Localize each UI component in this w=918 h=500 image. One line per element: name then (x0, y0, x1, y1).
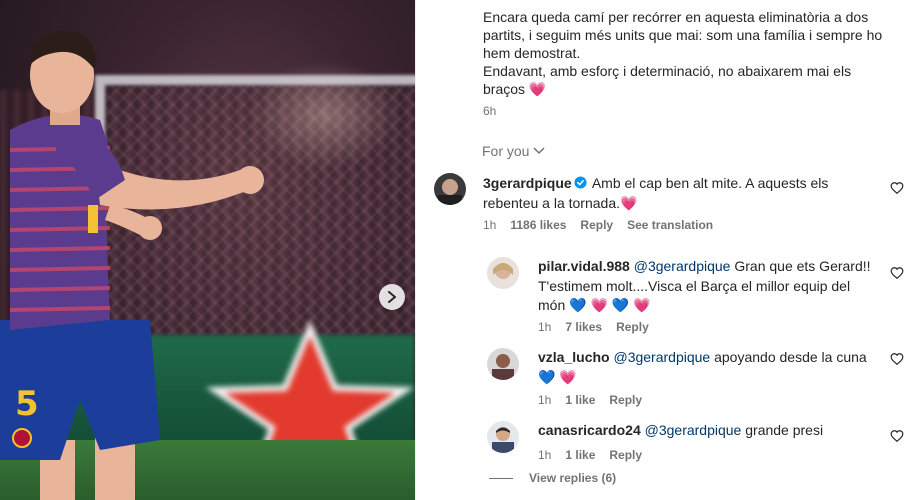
avatar[interactable] (434, 173, 466, 205)
heart-emoji: 💗 (559, 369, 577, 386)
avatar-photo (487, 421, 519, 453)
comment-text: apoyando desde la cuna (714, 349, 867, 365)
heart-emoji: 💗 (528, 82, 547, 98)
reply-button[interactable]: Reply (580, 218, 613, 232)
like-heart-icon[interactable] (890, 181, 904, 195)
reply-button[interactable]: Reply (616, 320, 649, 334)
comment-username[interactable]: canasricardo24 (538, 422, 641, 438)
heart-emoji: 💗 (633, 298, 651, 314)
comment-body: canasricardo24 @3gerardpique grande pres… (538, 421, 878, 441)
caption-line-2: Endavant, amb esforç i determinació, no … (483, 62, 893, 99)
comment-meta: 1h 1 like Reply (538, 448, 642, 462)
comment-time: 1h (538, 393, 552, 407)
comment-sort-dropdown[interactable]: For you (482, 143, 545, 159)
like-heart-icon[interactable] (890, 352, 904, 366)
divider-line (489, 477, 513, 479)
blue-heart-emoji: 💙 (538, 369, 556, 386)
likes-count[interactable]: 1 like (565, 448, 595, 462)
comments-panel: Encara queda camí per recórrer en aquest… (415, 0, 918, 500)
mention-link[interactable]: @3gerardpique (645, 422, 742, 438)
avatar[interactable] (487, 348, 519, 380)
reply-button[interactable]: Reply (609, 393, 642, 407)
mention-link[interactable]: @3gerardpique (613, 349, 710, 365)
comment-time: 1h (483, 218, 497, 232)
likes-count[interactable]: 1186 likes (510, 218, 566, 232)
comment-time: 1h (538, 320, 552, 334)
comment-username[interactable]: vzla_lucho (538, 349, 610, 365)
comment-meta: 1h 1186 likes Reply See translation (483, 218, 713, 232)
avatar-photo (487, 257, 519, 289)
comment-meta: 1h 1 like Reply (538, 393, 642, 407)
avatar[interactable] (487, 421, 519, 453)
heart-emoji: 💗 (620, 195, 638, 212)
post-caption: Encara queda camí per recórrer en aquest… (483, 8, 893, 99)
comment-time: 1h (538, 448, 552, 462)
svg-text:5: 5 (15, 384, 39, 424)
comment-text: grande presi (745, 422, 824, 438)
view-replies-label: View replies (6) (529, 471, 617, 485)
next-photo-button[interactable] (379, 284, 405, 310)
comment-body: 3gerardpique Amb el cap ben alt mite. A … (483, 174, 863, 214)
chevron-down-icon (533, 147, 545, 155)
chevron-right-icon (388, 291, 396, 303)
comment-body: pilar.vidal.988 @3gerardpique Gran que e… (538, 257, 878, 317)
likes-count[interactable]: 1 like (565, 393, 595, 407)
caption-timestamp: 6h (483, 104, 497, 118)
post-photo: 5 (0, 0, 415, 500)
verified-badge-icon (574, 176, 587, 189)
blue-heart-emoji: 💙 (569, 298, 587, 314)
see-translation-button[interactable]: See translation (627, 218, 713, 232)
avatar-photo (434, 173, 466, 205)
avatar-photo (487, 348, 519, 380)
comment-username[interactable]: pilar.vidal.988 (538, 258, 630, 274)
reply-button[interactable]: Reply (609, 448, 642, 462)
avatar[interactable] (487, 257, 519, 289)
comment-username[interactable]: 3gerardpique (483, 175, 572, 191)
comment-meta: 1h 7 likes Reply (538, 320, 649, 334)
likes-count[interactable]: 7 likes (565, 320, 602, 334)
blue-heart-emoji: 💙 (611, 298, 630, 314)
like-heart-icon[interactable] (890, 429, 904, 443)
caption-line-1: Encara queda camí per recórrer en aquest… (483, 9, 883, 61)
sort-label: For you (482, 143, 530, 159)
heart-emoji: 💗 (590, 298, 608, 314)
comment-body: vzla_lucho @3gerardpique apoyando desde … (538, 348, 878, 388)
view-replies-button[interactable]: View replies (6) (489, 471, 616, 485)
mention-link[interactable]: @3gerardpique (634, 258, 731, 274)
like-heart-icon[interactable] (890, 266, 904, 280)
player-figure: 5 (0, 30, 264, 500)
